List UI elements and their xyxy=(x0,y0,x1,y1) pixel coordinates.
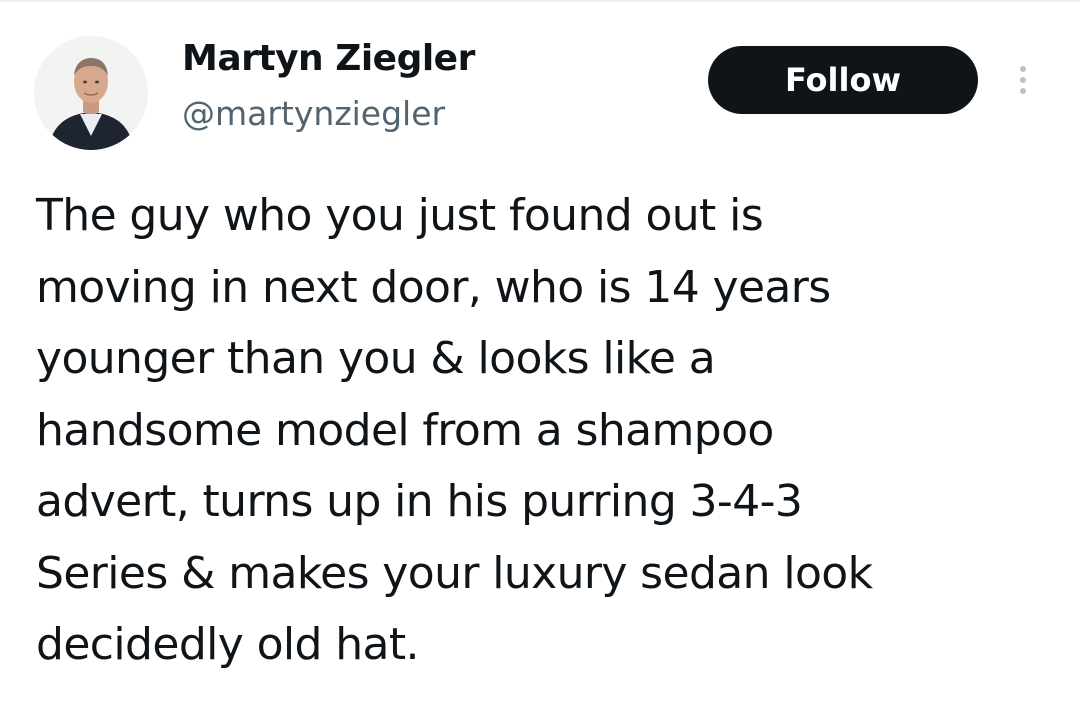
more-dot xyxy=(1020,77,1026,83)
author-display-name[interactable]: Martyn Ziegler xyxy=(182,36,475,82)
more-dot xyxy=(1020,66,1026,72)
tweet-line: Series & makes your luxury sedan look xyxy=(36,547,873,599)
author-handle[interactable]: @martynziegler xyxy=(182,92,445,136)
tweet-line: The guy who you just found out is xyxy=(36,190,764,241)
tweet-line: moving in next door, who is 14 years xyxy=(36,261,831,313)
follow-button[interactable]: Follow xyxy=(708,46,978,114)
more-options-icon[interactable] xyxy=(1006,60,1040,100)
tweet-text: The guy who you just found out is moving… xyxy=(36,180,1046,681)
tweet-line: decidedly old hat. xyxy=(36,619,420,670)
profile-photo-icon xyxy=(34,36,148,150)
avatar[interactable] xyxy=(34,36,148,150)
tweet-line: advert, turns up in his purring 3-4-3 xyxy=(36,476,803,527)
tweet-line: handsome model from a shampoo xyxy=(36,404,774,456)
tweet-line: younger than you & looks like a xyxy=(36,333,716,384)
top-divider xyxy=(0,0,1080,2)
more-dot xyxy=(1020,88,1026,94)
